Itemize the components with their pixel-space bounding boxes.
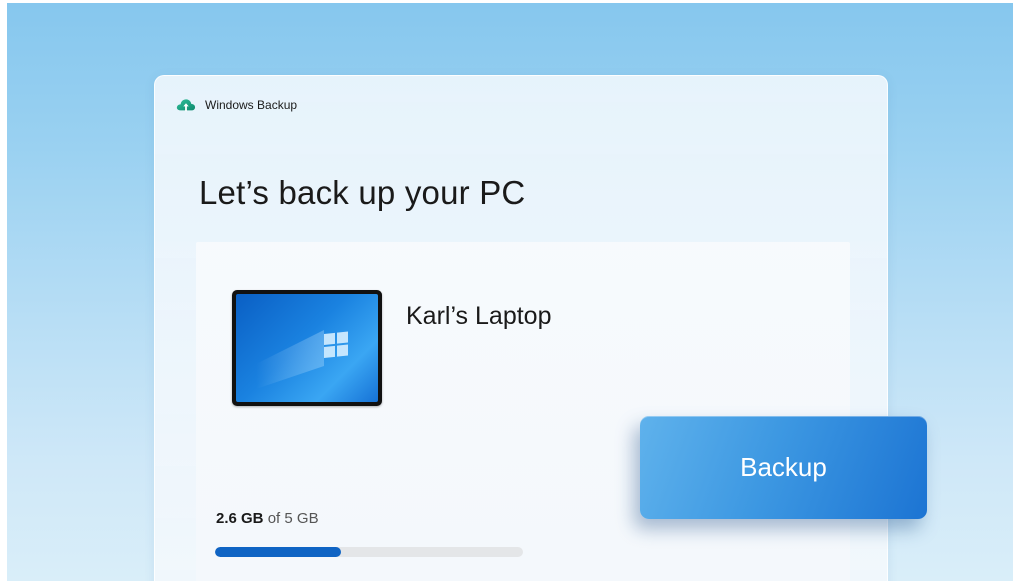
- device-name: Karl’s Laptop: [406, 302, 552, 330]
- device-card: Karl’s Laptop 2.6 GB of 5 GB: [196, 242, 850, 581]
- laptop-icon: [232, 290, 382, 406]
- title-bar: Windows Backup: [175, 94, 297, 116]
- storage-separator: of: [263, 510, 285, 527]
- page-title: Let’s back up your PC: [199, 174, 526, 211]
- storage-used: 2.6 GB: [216, 510, 264, 527]
- storage-progress-bar: [215, 547, 523, 557]
- desktop-background: Windows Backup Let’s back up your PC Kar…: [7, 3, 1013, 581]
- backup-button[interactable]: Backup: [640, 416, 927, 519]
- windows-logo-icon: [256, 330, 348, 389]
- storage-usage: 2.6 GB of 5 GB: [216, 510, 319, 527]
- laptop-screen: [236, 294, 378, 402]
- app-title: Windows Backup: [205, 98, 298, 112]
- storage-progress-fill: [215, 547, 342, 557]
- cloud-upload-icon: [176, 99, 196, 112]
- storage-total: 5 GB: [284, 510, 319, 527]
